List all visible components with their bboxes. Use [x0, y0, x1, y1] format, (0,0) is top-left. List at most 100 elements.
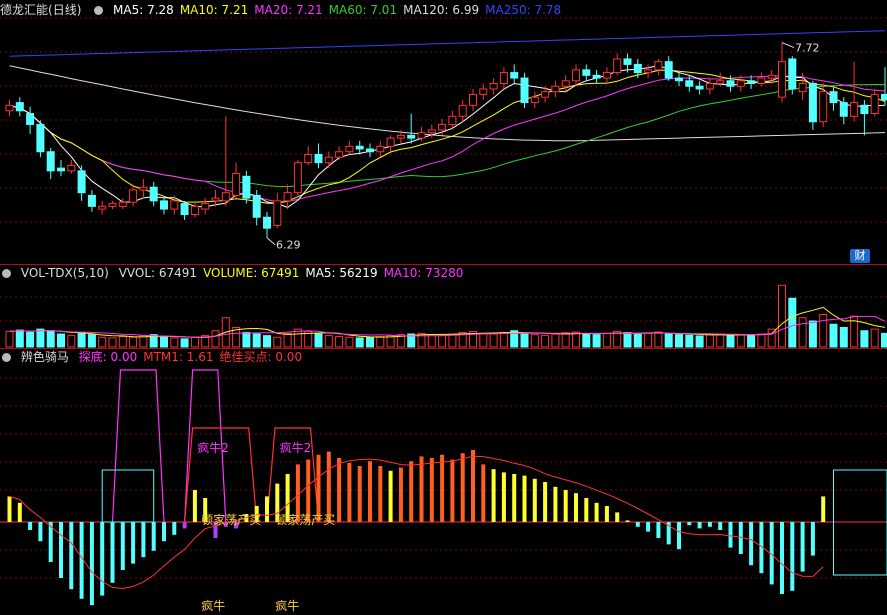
indicator-bar — [440, 454, 445, 522]
candle-body — [613, 58, 622, 74]
stock-chart[interactable]: 7.72 6.29 疯牛2 疯牛2 顿家荡产买 顿家荡产买疯牛 疯牛 — [0, 0, 887, 615]
indicator-bar — [141, 522, 146, 558]
volume-bar — [623, 332, 632, 348]
candle-body — [633, 63, 642, 74]
candle-body — [57, 167, 65, 172]
volume-bar — [530, 334, 539, 348]
volume-bar — [685, 334, 694, 348]
candle-body — [314, 153, 323, 164]
volume-bar — [489, 333, 498, 348]
volume-bar — [541, 334, 550, 348]
candle-body — [386, 137, 395, 147]
candle-body — [355, 145, 364, 150]
volume-bar — [860, 330, 869, 348]
candle-body — [438, 123, 447, 131]
candle-body — [335, 151, 344, 158]
indicator-bar — [790, 522, 795, 591]
indicator-legend: 探底: 0.00 MTM1: 1.61 绝佳买点: 0.00 — [79, 350, 308, 364]
volume-bar — [129, 336, 138, 348]
ma250-line — [9, 30, 886, 57]
indicator-panel-header: 辨色骑马 探底: 0.00 MTM1: 1.61 绝佳买点: 0.00 — [0, 349, 308, 365]
indicator-bar — [532, 478, 537, 522]
candle-body — [232, 173, 241, 196]
candle-body — [716, 80, 725, 85]
indicator-bar — [357, 466, 362, 522]
volume-bar — [592, 334, 601, 348]
indicator-bar — [615, 512, 620, 522]
legend-label: MA5: 7.28 — [113, 3, 174, 17]
vol-settings-circle-icon[interactable] — [2, 269, 11, 278]
indicator-bar — [192, 490, 197, 522]
indicator-bar — [172, 522, 177, 535]
vol-title[interactable]: VOL-TDX(5,10) — [21, 266, 109, 280]
settings-circle-icon[interactable] — [94, 6, 104, 15]
ind-settings-circle-icon[interactable] — [2, 353, 11, 362]
indicator-bar — [522, 475, 527, 522]
candle-body — [561, 80, 570, 87]
period-label[interactable]: (日线) — [48, 3, 81, 17]
indicator-bar — [728, 522, 733, 548]
legend-label: VVOL: 67491 — [118, 266, 198, 280]
signal-label-mid: 顿家荡产买 — [201, 512, 261, 527]
candle-body — [530, 96, 539, 104]
indicator-bar — [182, 522, 187, 529]
candle-body — [572, 69, 580, 82]
indicator-bar — [656, 522, 661, 538]
ma60-line — [9, 83, 886, 188]
volume-bar — [654, 331, 663, 348]
legend-label: VOLUME: 67491 — [203, 266, 300, 280]
candle-body — [695, 85, 704, 90]
volume-bar — [5, 330, 14, 348]
volume-bar — [819, 314, 828, 348]
high-marker-line — [781, 42, 795, 49]
volume-bar — [582, 333, 591, 348]
candle-body — [819, 91, 828, 123]
indicator-bar — [79, 522, 84, 599]
candle-body — [489, 83, 498, 90]
candle-body — [242, 175, 251, 199]
indicator-bar — [368, 461, 372, 522]
legend-label: MA5: 56219 — [305, 266, 378, 280]
stock-name[interactable]: 德龙汇能 — [0, 3, 48, 17]
candle-body — [870, 93, 879, 115]
legend-label: MA60: 7.01 — [328, 3, 398, 17]
indicator-bar — [501, 472, 506, 522]
volume-bar — [283, 332, 292, 348]
vol-ma5-line — [9, 306, 886, 338]
candle-body — [139, 186, 148, 191]
candle-body — [448, 115, 457, 125]
vol-legend: VVOL: 67491 VOLUME: 67491 MA5: 56219 MA10: … — [119, 266, 470, 280]
candle-body — [747, 80, 756, 85]
indicator-bar — [429, 458, 434, 522]
legend-label: MTM1: 1.61 — [143, 350, 214, 364]
volume-bar — [170, 337, 179, 348]
candle-body — [479, 88, 488, 95]
indicator-bar — [69, 522, 74, 590]
volume-bar — [108, 337, 117, 348]
candle-body — [180, 203, 189, 216]
volume-bar — [808, 320, 817, 348]
indicator-bar — [265, 496, 269, 522]
candle-body — [5, 104, 14, 112]
volume-bar — [798, 317, 807, 348]
volume-bar — [252, 333, 261, 348]
volume-bar — [602, 332, 611, 348]
volume-bar — [675, 334, 683, 348]
volume-bar — [747, 334, 756, 348]
volume-bar — [190, 336, 199, 348]
candle-body — [129, 189, 138, 203]
indicator-bar — [481, 464, 486, 522]
volume-bar — [366, 336, 374, 348]
candle-body — [190, 205, 199, 216]
indicator-bar — [120, 522, 125, 570]
volume-bar — [716, 333, 725, 348]
candle-body — [67, 164, 76, 172]
volume-bar — [757, 333, 766, 348]
volume-bar — [664, 333, 673, 348]
candle-body — [808, 83, 817, 123]
finance-badge[interactable]: 财 — [850, 249, 870, 263]
candle-body — [304, 153, 313, 164]
indicator-title[interactable]: 辨色骑马 — [21, 350, 69, 364]
indicator-bar — [378, 466, 383, 522]
candle-body — [458, 104, 467, 117]
